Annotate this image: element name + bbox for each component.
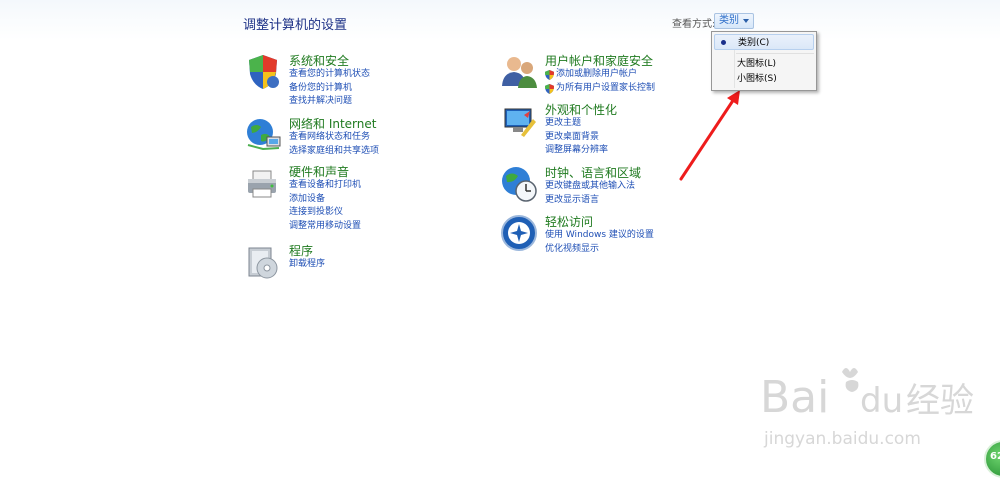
menu-item-label: 大图标(L) (737, 59, 777, 69)
category-network: 网络和 Internet 查看网络状态和任务 选择家庭组和共享选项 (243, 115, 443, 160)
link-change-display-language[interactable]: 更改显示语言 (545, 194, 635, 208)
appearance-icon (504, 108, 536, 137)
link-optimize-visual-display[interactable]: 优化视频显示 (545, 243, 654, 257)
category-system-security: 系统和安全 查看您的计算机状态 备份您的计算机 查找并解决问题 (243, 52, 443, 112)
link-screen-resolution[interactable]: 调整屏幕分辨率 (545, 144, 608, 158)
view-by-menu: 类别(C) 大图标(L) 小图标(S) (711, 31, 817, 91)
page-title: 调整计算机的设置 (243, 18, 348, 33)
link-troubleshoot[interactable]: 查找并解决问题 (289, 95, 370, 109)
link-change-input-method[interactable]: 更改键盘或其他输入法 (545, 180, 635, 194)
link-uninstall-program[interactable]: 卸载程序 (289, 258, 325, 272)
menu-item-large-icons[interactable]: 大图标(L) (714, 56, 814, 72)
link-network-status[interactable]: 查看网络状态和任务 (289, 131, 379, 145)
link-connect-projector[interactable]: 连接到投影仪 (289, 206, 361, 220)
menu-item-label: 类别(C) (738, 38, 770, 48)
uac-shield-icon (545, 70, 554, 80)
category-title[interactable]: 轻松访问 (545, 213, 593, 230)
chevron-down-icon (743, 19, 749, 23)
link-backup-computer[interactable]: 备份您的计算机 (289, 82, 370, 96)
category-appearance: 外观和个性化 更改主题 更改桌面背景 调整屏幕分辨率 (499, 101, 699, 161)
link-add-remove-accounts[interactable]: 添加或删除用户帐户 (545, 68, 655, 82)
watermark-url: jingyan.baidu.com (763, 429, 921, 449)
link-change-theme[interactable]: 更改主题 (545, 117, 608, 131)
watermark-cn: 经验 (906, 381, 974, 421)
uac-shield-icon (545, 83, 554, 94)
category-ease-of-access: 轻松访问 使用 Windows 建议的设置 优化视频显示 (499, 213, 699, 258)
category-title[interactable]: 用户帐户和家庭安全 (545, 52, 653, 69)
watermark-brand-du: du (860, 381, 903, 421)
link-mobility-settings[interactable]: 调整常用移动设置 (289, 220, 361, 234)
menu-item-category[interactable]: 类别(C) (714, 34, 814, 50)
category-hardware-sound: 硬件和声音 查看设备和打印机 添加设备 连接到投影仪 调整常用移动设置 (243, 163, 443, 238)
printer-icon (248, 170, 276, 198)
link-devices-printers[interactable]: 查看设备和打印机 (289, 179, 361, 193)
category-title[interactable]: 外观和个性化 (545, 101, 617, 118)
link-label: 添加或删除用户帐户 (556, 69, 638, 79)
category-programs: 程序 卸载程序 (243, 242, 443, 282)
category-title[interactable]: 系统和安全 (289, 52, 349, 69)
link-change-background[interactable]: 更改桌面背景 (545, 131, 608, 145)
category-user-accounts: 用户帐户和家庭安全 添加或删除用户帐户 为所有用户设置家长控制 (499, 52, 699, 97)
users-icon (502, 57, 537, 88)
category-title[interactable]: 时钟、语言和区域 (545, 164, 641, 181)
category-title[interactable]: 硬件和声音 (289, 163, 349, 180)
header-background (0, 0, 1000, 40)
link-view-computer-status[interactable]: 查看您的计算机状态 (289, 68, 370, 82)
programs-icon (248, 247, 278, 279)
link-add-device[interactable]: 添加设备 (289, 193, 361, 207)
globe-network-icon (247, 119, 281, 151)
category-title[interactable]: 程序 (289, 242, 313, 259)
view-by-label: 查看方式: (672, 19, 716, 30)
menu-item-small-icons[interactable]: 小图标(S) (714, 71, 814, 87)
link-homegroup-sharing[interactable]: 选择家庭组和共享选项 (289, 145, 379, 159)
ease-of-access-icon (501, 215, 537, 251)
baidu-jingyan-watermark: Bai du 经验 jingyan.baidu.com (760, 368, 974, 449)
menu-separator (736, 53, 814, 54)
view-by-dropdown[interactable]: 类别 (714, 13, 754, 29)
clock-globe-icon (502, 167, 537, 202)
menu-item-label: 小图标(S) (737, 74, 777, 84)
link-parental-controls[interactable]: 为所有用户设置家长控制 (545, 82, 655, 96)
view-by-value: 类别 (719, 15, 739, 26)
watermark-brand: Bai (760, 372, 829, 423)
link-label: 为所有用户设置家长控制 (556, 82, 656, 93)
category-clock-language: 时钟、语言和区域 更改键盘或其他输入法 更改显示语言 (499, 164, 699, 209)
shield-icon (249, 55, 279, 89)
category-title[interactable]: 网络和 Internet (289, 115, 376, 132)
link-windows-recommended-settings[interactable]: 使用 Windows 建议的设置 (545, 229, 654, 243)
radio-dot-icon (721, 40, 726, 45)
badge-text: 62 (990, 451, 1000, 462)
